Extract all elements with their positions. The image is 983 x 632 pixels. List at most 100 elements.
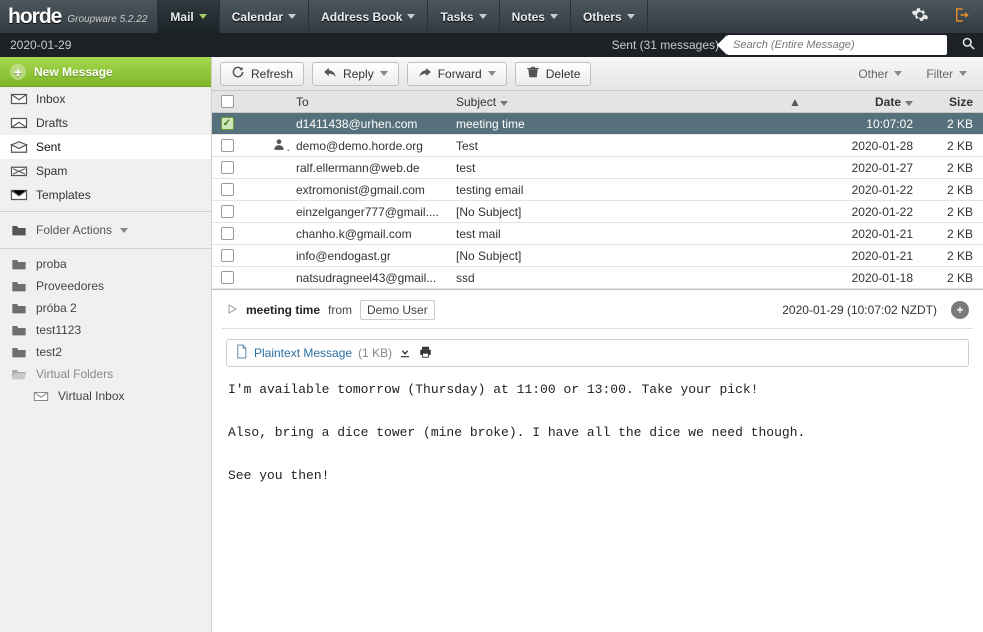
sent-icon	[10, 140, 28, 154]
folder-list: proba Proveedorespróba 2test1123test2	[0, 253, 211, 363]
attachment-label[interactable]: Plaintext Message	[254, 346, 352, 360]
print-icon[interactable]	[418, 345, 433, 362]
app-version: Groupware 5.2.22	[67, 14, 147, 25]
attachment-bar: Plaintext Message (1 KB)	[226, 339, 969, 367]
delete-button[interactable]: Delete	[515, 62, 592, 86]
topnav-item-address-book[interactable]: Address Book	[309, 0, 428, 33]
folder-icon	[10, 279, 28, 293]
row-checkbox[interactable]	[221, 117, 234, 130]
folder-proba[interactable]: proba	[0, 253, 211, 275]
mailbox-label: Inbox	[36, 92, 65, 106]
row-to: d1411438@urhen.com	[290, 117, 450, 131]
folder-actions-label: Folder Actions	[36, 223, 112, 237]
download-icon[interactable]	[398, 345, 412, 362]
mailbox-spam[interactable]: Spam	[0, 159, 211, 183]
message-list[interactable]: d1411438@urhen.commeeting time10:07:022 …	[212, 113, 983, 290]
message-row[interactable]: extromonist@gmail.comtesting email2020-0…	[212, 179, 983, 201]
filter-menu[interactable]: Filter	[918, 67, 975, 81]
app-name: horde	[8, 5, 61, 29]
folder-próba-2[interactable]: próba 2	[0, 297, 211, 319]
refresh-label: Refresh	[251, 67, 293, 81]
preview-from-name[interactable]: Demo User	[360, 300, 435, 320]
mailbox-drafts[interactable]: Drafts	[0, 111, 211, 135]
column-size[interactable]: Size	[919, 95, 983, 109]
mailbox-inbox[interactable]: Inbox	[0, 87, 211, 111]
row-to: einzelganger777@gmail....	[290, 205, 450, 219]
person-icon	[266, 137, 290, 154]
filter-label: Filter	[926, 67, 953, 81]
topnav-item-mail[interactable]: Mail	[157, 0, 219, 33]
search-button[interactable]	[953, 33, 983, 57]
virtual-folders-label: Virtual Folders	[36, 367, 113, 381]
topnav-item-tasks[interactable]: Tasks	[428, 0, 499, 33]
column-date[interactable]: Date	[809, 95, 919, 109]
row-subject: ssd	[450, 271, 783, 285]
gear-icon	[911, 6, 929, 27]
search-input[interactable]	[727, 39, 947, 51]
folder-label: proba	[36, 257, 67, 271]
row-checkbox[interactable]	[221, 205, 234, 218]
message-row[interactable]: natsudragneel43@gmail...ssd2020-01-182 K…	[212, 267, 983, 289]
row-checkbox[interactable]	[221, 161, 234, 174]
row-checkbox[interactable]	[221, 183, 234, 196]
row-subject: meeting time	[450, 117, 783, 131]
virtual-folders-heading[interactable]: Virtual Folders	[0, 363, 211, 385]
row-to: ralf.ellermann@web.de	[290, 161, 450, 175]
reply-button[interactable]: Reply	[312, 62, 399, 86]
message-list-header: To Subject ▲ Date Size	[212, 91, 983, 113]
settings-button[interactable]	[899, 0, 941, 33]
chevron-down-icon	[479, 14, 487, 19]
refresh-icon	[231, 65, 245, 82]
row-checkbox[interactable]	[221, 249, 234, 262]
delete-label: Delete	[546, 67, 581, 81]
message-row[interactable]: einzelganger777@gmail....[No Subject]202…	[212, 201, 983, 223]
message-row[interactable]: d1411438@urhen.commeeting time10:07:022 …	[212, 113, 983, 135]
topnav-item-calendar[interactable]: Calendar	[220, 0, 309, 33]
forward-icon	[418, 65, 432, 82]
row-date: 2020-01-21	[809, 227, 919, 241]
new-message-button[interactable]: + New Message	[0, 57, 211, 87]
logout-button[interactable]	[941, 0, 983, 33]
folder-actions-button[interactable]: Folder Actions	[0, 216, 211, 244]
row-checkbox[interactable]	[221, 139, 234, 152]
folder-proveedores[interactable]: Proveedores	[0, 275, 211, 297]
message-row[interactable]: info@endogast.gr[No Subject]2020-01-212 …	[212, 245, 983, 267]
row-size: 2 KB	[919, 205, 983, 219]
top-bar: horde Groupware 5.2.22 MailCalendar Addre…	[0, 0, 983, 33]
preview-header: meeting time from Demo User 2020-01-29 (…	[212, 290, 983, 328]
mailbox-templates[interactable]: Templates	[0, 183, 211, 207]
select-all-checkbox[interactable]	[221, 95, 234, 108]
row-date: 2020-01-27	[809, 161, 919, 175]
message-row[interactable]: demo@demo.horde.orgTest2020-01-282 KB	[212, 135, 983, 157]
chevron-down-icon	[894, 71, 902, 76]
refresh-button[interactable]: Refresh	[220, 62, 304, 86]
mailbox-label: Templates	[36, 188, 91, 202]
topnav-item-notes[interactable]: Notes	[500, 0, 571, 33]
chevron-down-icon	[627, 14, 635, 19]
sidebar: + New Message Inbox DraftsSentSpam Templat…	[0, 57, 212, 632]
mailbox-sent[interactable]: Sent	[0, 135, 211, 159]
virtual-folder-virtual-inbox[interactable]: Virtual Inbox	[0, 385, 211, 407]
row-checkbox[interactable]	[221, 271, 234, 284]
app-logo[interactable]: horde Groupware 5.2.22	[0, 0, 157, 33]
row-checkbox[interactable]	[221, 227, 234, 240]
column-to[interactable]: To	[290, 95, 450, 109]
message-row[interactable]: chanho.k@gmail.comtest mail2020-01-212 K…	[212, 223, 983, 245]
chevron-down-icon	[550, 14, 558, 19]
expand-preview-button[interactable]: +	[951, 301, 969, 319]
row-date: 2020-01-28	[809, 139, 919, 153]
message-row[interactable]: ralf.ellermann@web.detest2020-01-272 KB	[212, 157, 983, 179]
attachment-size: (1 KB)	[358, 346, 392, 360]
topnav-label: Address Book	[321, 10, 402, 24]
topnav-item-others[interactable]: Others	[571, 0, 648, 33]
chevron-down-icon	[288, 14, 296, 19]
folder-test2[interactable]: test2	[0, 341, 211, 363]
column-attachment[interactable]: ▲	[783, 95, 809, 109]
folder-test1123[interactable]: test1123	[0, 319, 211, 341]
forward-button[interactable]: Forward	[407, 62, 507, 86]
row-date: 2020-01-18	[809, 271, 919, 285]
column-subject[interactable]: Subject	[450, 95, 783, 109]
trash-icon	[526, 65, 540, 82]
row-subject: test	[450, 161, 783, 175]
other-menu[interactable]: Other	[850, 67, 910, 81]
